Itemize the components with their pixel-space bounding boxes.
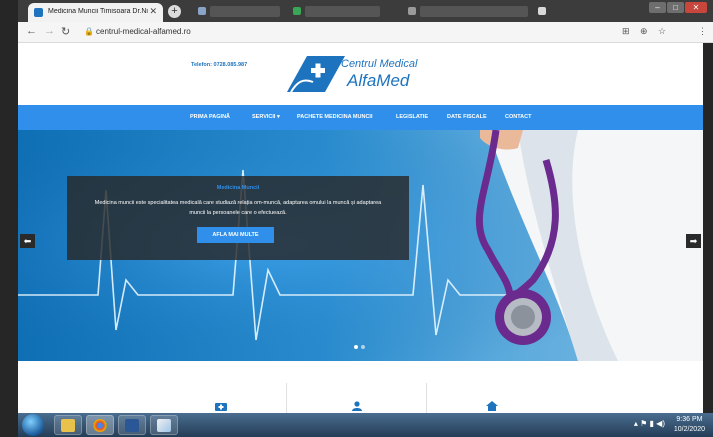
- favicon-icon: [34, 8, 43, 17]
- bookmark-star-icon[interactable]: ☆: [658, 26, 666, 37]
- nav-item-fiscal[interactable]: DATE FISCALE: [447, 114, 487, 120]
- tab-favicon-icon: [538, 7, 546, 15]
- taskbar-paint-button[interactable]: [150, 415, 178, 435]
- divider: [426, 383, 427, 413]
- hero-slider: Medicina Muncii Medicina muncii este spe…: [18, 130, 703, 361]
- translate-icon[interactable]: ⊞: [622, 26, 630, 37]
- tab-close-icon[interactable]: ✕: [149, 6, 157, 17]
- clock-date: 10/2/2020: [673, 426, 705, 433]
- slider-dot[interactable]: [361, 345, 365, 349]
- user-icon: [352, 401, 362, 411]
- window-controls: – □ ✕: [648, 2, 707, 14]
- slider-next-arrow-icon[interactable]: ➡: [686, 234, 701, 248]
- address-bar[interactable]: centrul-medical-alfamed.ro: [96, 27, 191, 36]
- features-section: [18, 361, 703, 413]
- learn-more-button[interactable]: AFLA MAI MULTE: [197, 227, 274, 243]
- minimize-button[interactable]: –: [649, 2, 666, 13]
- start-button-icon[interactable]: [22, 414, 44, 436]
- nav-item-legislation[interactable]: LEGISLATIE: [396, 114, 428, 120]
- paint-icon: [157, 419, 171, 432]
- main-nav: PRIMA PAGINĂ SERVICII ▾ PACHETE MEDICINA…: [18, 105, 703, 130]
- hero-title: Medicina Muncii: [216, 185, 260, 191]
- home-icon: [486, 401, 498, 411]
- header-phone[interactable]: Telefon: 0728.085.987: [191, 62, 247, 68]
- taskbar-clock[interactable]: 9:36 PM 10/2/2020: [674, 415, 705, 435]
- slider-dots: [354, 345, 368, 349]
- tab-favicon-icon: [408, 7, 416, 15]
- tab-favicon-icon: [293, 7, 301, 15]
- close-window-button[interactable]: ✕: [685, 2, 707, 13]
- tab-favicon-icon: [198, 7, 206, 15]
- slider-dot[interactable]: [354, 345, 358, 349]
- site-logo[interactable]: Centrul Medical AlfaMed: [283, 48, 443, 98]
- back-arrow-icon[interactable]: ←: [26, 25, 37, 37]
- clock-time: 9:36 PM: [676, 416, 703, 423]
- tab-inactive[interactable]: [305, 6, 380, 17]
- taskbar-word-button[interactable]: [118, 415, 146, 435]
- zoom-icon[interactable]: ⊕: [640, 26, 648, 37]
- tab-title: Medicina Muncii Timisoara Dr.Ni: [48, 8, 148, 15]
- nav-item-packages[interactable]: PACHETE MEDICINA MUNCII: [297, 114, 372, 120]
- taskbar-chrome-button[interactable]: [86, 415, 114, 435]
- nav-item-services[interactable]: SERVICII ▾: [252, 114, 280, 120]
- nav-item-home[interactable]: PRIMA PAGINĂ: [190, 114, 230, 120]
- logo-line2: AlfaMed: [347, 71, 410, 90]
- new-tab-button[interactable]: +: [168, 5, 181, 18]
- web-page: Telefon: 0728.085.987 Centrul Medical Al…: [18, 43, 703, 413]
- tab-inactive[interactable]: [420, 6, 528, 17]
- desktop-screen: Medicina Muncii Timisoara Dr.Ni ✕ + – □ …: [0, 0, 713, 437]
- browser-tab-bar: Medicina Muncii Timisoara Dr.Ni ✕ + – □ …: [18, 0, 713, 22]
- lock-icon[interactable]: 🔒: [84, 27, 94, 36]
- logo-line1: Centrul Medical: [341, 58, 418, 70]
- folder-icon: [61, 419, 75, 432]
- browser-toolbar: ← → ↻ 🔒 centrul-medical-alfamed.ro ⊞ ⊕ ☆…: [18, 22, 713, 43]
- word-icon: [125, 419, 139, 432]
- windows-taskbar: ▴ ⚑ ▮ ◀) 9:36 PM 10/2/2020: [18, 413, 713, 437]
- maximize-button[interactable]: □: [667, 2, 684, 13]
- menu-kebab-icon[interactable]: ⋮: [698, 26, 707, 37]
- hero-text: Medicina muncii este specialitatea medic…: [94, 200, 382, 216]
- hero-caption-box: Medicina Muncii Medicina muncii este spe…: [67, 176, 409, 260]
- divider: [286, 383, 287, 413]
- chrome-icon: [93, 419, 107, 432]
- system-tray-icons[interactable]: ▴ ⚑ ▮ ◀): [634, 419, 665, 428]
- slider-prev-arrow-icon[interactable]: ⬅: [20, 234, 35, 248]
- tab-active[interactable]: Medicina Muncii Timisoara Dr.Ni ✕: [28, 3, 163, 22]
- tab-inactive[interactable]: [210, 6, 280, 17]
- forward-arrow-icon[interactable]: →: [44, 25, 55, 37]
- taskbar-explorer-button[interactable]: [54, 415, 82, 435]
- nav-item-contact[interactable]: CONTACT: [505, 114, 531, 120]
- reload-icon[interactable]: ↻: [61, 25, 70, 38]
- medical-kit-icon: [215, 403, 227, 411]
